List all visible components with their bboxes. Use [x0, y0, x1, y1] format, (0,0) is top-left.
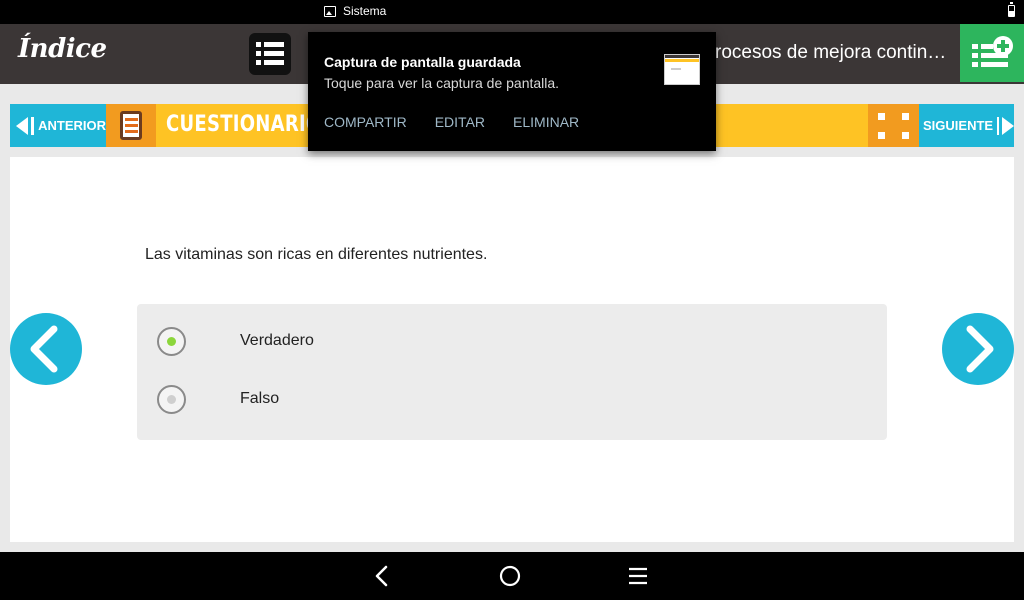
- next-label: SIGUIENTE: [923, 118, 994, 133]
- menu-button[interactable]: [249, 33, 291, 75]
- option-true[interactable]: Verdadero: [157, 326, 557, 356]
- battery-icon: [1008, 2, 1015, 17]
- expand-icon: [878, 113, 885, 120]
- image-icon: [324, 5, 336, 17]
- back-icon: [375, 565, 388, 587]
- radio-true[interactable]: [157, 326, 186, 356]
- screenshot-thumbnail: [664, 54, 700, 85]
- status-notification: Sistema: [324, 4, 386, 18]
- notification-title: Captura de pantalla guardada: [324, 54, 521, 70]
- quiz-clipboard-icon: [106, 104, 156, 147]
- add-list-button[interactable]: [960, 24, 1024, 82]
- previous-question-button[interactable]: [10, 313, 82, 385]
- menu-list-icon: [256, 42, 261, 47]
- home-icon: [499, 565, 521, 587]
- arrow-right-icon: [1002, 116, 1014, 135]
- arrow-left-icon: [16, 116, 28, 135]
- page-title: rocesos de mejora contin…: [715, 42, 947, 63]
- notification-text: Toque para ver la captura de pantalla.: [324, 75, 560, 91]
- next-button[interactable]: SIGUIENTE: [919, 104, 1014, 147]
- status-bar: Sistema: [0, 0, 1024, 24]
- previous-label: ANTERIOR: [38, 118, 106, 133]
- app-logo: Índice: [18, 34, 107, 64]
- delete-button[interactable]: ELIMINAR: [513, 114, 579, 130]
- system-nav-bar: [0, 552, 1024, 600]
- chevron-right-icon: [966, 325, 994, 373]
- next-question-button[interactable]: [942, 313, 1014, 385]
- share-button[interactable]: COMPARTIR: [324, 114, 407, 130]
- previous-button[interactable]: ANTERIOR: [10, 104, 106, 147]
- option-label: Falso: [240, 390, 280, 407]
- add-list-icon: [972, 44, 978, 49]
- chevron-left-icon: [30, 325, 58, 373]
- status-notification-label: Sistema: [343, 4, 387, 18]
- back-button[interactable]: [368, 562, 396, 590]
- answer-options: Verdadero Falso: [137, 304, 887, 440]
- recents-button[interactable]: [624, 562, 652, 590]
- home-button[interactable]: [496, 562, 524, 590]
- section-title: CUESTIONARIO: [166, 112, 322, 137]
- screenshot-notification[interactable]: Captura de pantalla guardada Toque para …: [308, 32, 716, 151]
- notification-actions: COMPARTIR EDITAR ELIMINAR: [324, 114, 579, 130]
- option-label: Verdadero: [240, 332, 314, 349]
- quiz-content: Las vitaminas son ricas en diferentes nu…: [10, 157, 1014, 542]
- recents-icon: [629, 567, 647, 585]
- option-false[interactable]: Falso: [157, 384, 557, 414]
- radio-false[interactable]: [157, 384, 186, 414]
- expand-button[interactable]: [868, 104, 919, 147]
- question-text: Las vitaminas son ricas en diferentes nu…: [145, 246, 488, 263]
- edit-button[interactable]: EDITAR: [435, 114, 485, 130]
